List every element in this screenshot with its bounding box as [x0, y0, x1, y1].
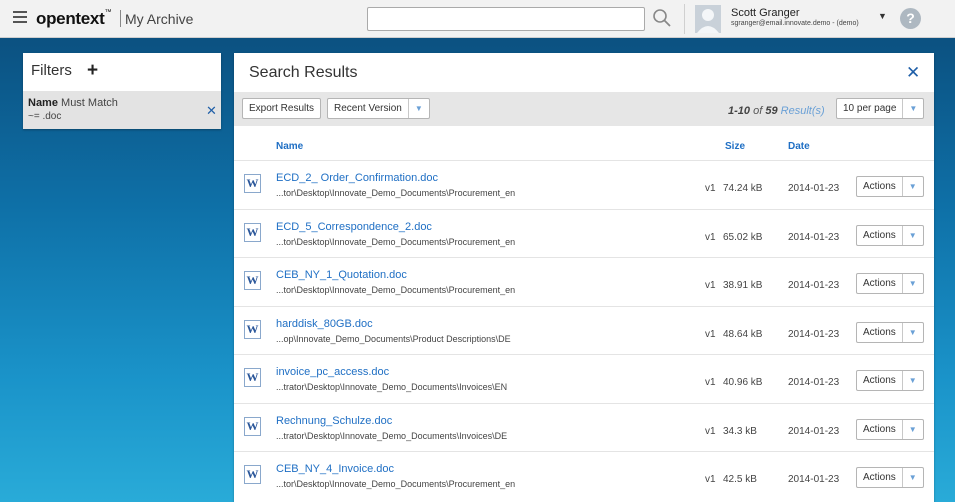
file-path: ...tor\Desktop\Innovate_Demo_Documents\P…	[276, 285, 516, 295]
word-doc-icon: W	[244, 271, 261, 290]
export-results-button[interactable]: Export Results	[242, 98, 322, 119]
chevron-down-icon: ▼	[901, 322, 917, 342]
file-date: 2014-01-23	[788, 231, 840, 243]
file-date: 2014-01-23	[788, 280, 840, 291]
topbar-divider	[684, 4, 685, 34]
file-name-link[interactable]: ECD_2_ Order_Confirmation.doc	[276, 172, 438, 184]
file-size: 48.64 kB	[723, 328, 763, 340]
file-path: ...tor\Desktop\Innovate_Demo_Documents\P…	[276, 188, 516, 198]
file-name-link[interactable]: harddisk_80GB.doc	[276, 318, 373, 330]
filters-panel: Filters + Name Must Match ~= .doc ✕	[23, 53, 221, 129]
word-doc-icon: W	[244, 319, 261, 339]
file-version: v1	[705, 377, 716, 388]
menu-icon[interactable]	[13, 11, 27, 23]
column-header-name[interactable]: Name	[276, 141, 303, 152]
file-size: 42.5 kB	[723, 474, 757, 485]
file-size: 34.3 kB	[723, 425, 757, 437]
filter-item: Name Must Match ~= .doc ✕	[23, 91, 221, 129]
per-page-select[interactable]: 10 per page ▼	[836, 98, 925, 119]
logo-divider	[120, 10, 121, 27]
version-select[interactable]: Recent Version ▼	[327, 98, 430, 119]
file-path: ...trator\Desktop\Innovate_Demo_Document…	[276, 430, 508, 441]
file-path: ...op\Innovate_Demo_Documents\Product De…	[276, 333, 511, 344]
chevron-down-icon: ▼	[901, 419, 917, 439]
avatar[interactable]	[695, 5, 721, 33]
actions-button[interactable]: Actions ▼	[856, 418, 924, 440]
actions-button[interactable]: Actions ▼	[856, 176, 924, 197]
file-path: ...tor\Desktop\Innovate_Demo_Documents\P…	[276, 236, 516, 247]
plus-icon[interactable]: +	[87, 60, 98, 82]
table-row[interactable]: W CEB_NY_1_Quotation.doc ...tor\Desktop\In…	[234, 257, 934, 306]
chevron-down-icon: ▼	[902, 99, 917, 118]
help-icon[interactable]: ?	[900, 8, 921, 29]
results-toolbar: Export Results Recent Version ▼ 1-10 of 5…	[234, 92, 934, 126]
file-version: v1	[705, 280, 716, 291]
table-row[interactable]: W ECD_2_ Order_Confirmation.doc ...tor\Des…	[234, 160, 934, 209]
search-results-panel: Search Results ✕ Export Results Recent V…	[234, 53, 934, 502]
word-doc-icon: W	[244, 222, 261, 242]
table-row[interactable]: W CEB_NY_4_Invoice.doc ...tor\Desktop\Inno…	[234, 451, 934, 500]
word-doc-icon: W	[244, 368, 261, 387]
user-email: sgranger@email.innovate.demo - (demo)	[731, 20, 859, 27]
actions-button[interactable]: Actions ▼	[856, 370, 924, 391]
opentext-logo: opentext™	[36, 9, 112, 28]
results-title: Search Results	[249, 64, 358, 81]
file-name-link[interactable]: CEB_NY_1_Quotation.doc	[276, 269, 407, 281]
filters-title: Filters	[31, 62, 72, 79]
file-version: v1	[705, 183, 716, 194]
table-row[interactable]: W Rechnung_Schulze.doc ...trator\Desktop\I…	[234, 402, 934, 452]
file-name-link[interactable]: invoice_pc_access.doc	[276, 366, 389, 378]
chevron-down-icon[interactable]: ▼	[878, 11, 887, 21]
file-name-link[interactable]: CEB_NY_4_Invoice.doc	[276, 463, 394, 475]
file-version: v1	[705, 231, 716, 243]
file-date: 2014-01-23	[788, 425, 840, 437]
filter-label: Name Must Match	[28, 97, 118, 109]
chevron-down-icon: ▼	[901, 468, 917, 487]
file-name-link[interactable]: ECD_5_Correspondence_2.doc	[276, 221, 432, 233]
search-icon[interactable]	[652, 8, 672, 28]
file-name-link[interactable]: Rechnung_Schulze.doc	[276, 415, 392, 427]
actions-button[interactable]: Actions ▼	[856, 273, 924, 294]
chevron-down-icon: ▼	[901, 371, 917, 390]
chevron-down-icon: ▼	[901, 177, 917, 196]
word-doc-icon: W	[244, 416, 261, 436]
result-count: 1-10 of 59 Result(s)	[728, 105, 825, 117]
file-size: 65.02 kB	[723, 231, 763, 243]
chevron-down-icon: ▼	[901, 274, 917, 293]
file-path: ...trator\Desktop\Innovate_Demo_Document…	[276, 382, 508, 392]
file-date: 2014-01-23	[788, 377, 840, 388]
chevron-down-icon: ▼	[407, 99, 423, 118]
table-row[interactable]: W ECD_5_Correspondence_2.doc ...tor\Deskto…	[234, 208, 934, 258]
file-version: v1	[705, 425, 716, 437]
actions-button[interactable]: Actions ▼	[856, 467, 924, 488]
search-input[interactable]	[367, 7, 645, 31]
actions-button[interactable]: Actions ▼	[856, 321, 924, 343]
top-bar: opentext™ My Archive Scott Granger sgran…	[0, 0, 955, 38]
file-version: v1	[705, 474, 716, 485]
file-size: 40.96 kB	[723, 377, 763, 388]
results-list: W ECD_2_ Order_Confirmation.doc ...tor\Des…	[234, 160, 934, 500]
column-header-date[interactable]: Date	[788, 141, 810, 152]
close-icon[interactable]: ✕	[206, 103, 217, 119]
word-doc-icon: W	[244, 174, 261, 193]
file-size: 74.24 kB	[723, 183, 763, 194]
file-size: 38.91 kB	[723, 280, 763, 291]
file-version: v1	[705, 328, 716, 340]
file-date: 2014-01-23	[788, 474, 840, 485]
app-title: My Archive	[125, 11, 194, 27]
filter-value: ~= .doc	[28, 111, 62, 122]
word-doc-icon: W	[244, 465, 261, 484]
close-icon[interactable]: ✕	[906, 63, 920, 83]
column-header-size[interactable]: Size	[725, 141, 745, 152]
file-date: 2014-01-23	[788, 328, 840, 340]
table-row[interactable]: Winvoice_pc_access.doc ...trator\Desktop\…	[234, 354, 934, 403]
chevron-down-icon: ▼	[901, 225, 917, 245]
file-date: 2014-01-23	[788, 183, 840, 194]
file-path: ...tor\Desktop\Innovate_Demo_Documents\P…	[276, 479, 516, 489]
actions-button[interactable]: Actions ▼	[856, 224, 924, 246]
user-name[interactable]: Scott Granger	[731, 7, 799, 19]
table-row[interactable]: Wharddisk_80GB.doc ...op\Innovate_Demo_Do…	[234, 305, 934, 355]
